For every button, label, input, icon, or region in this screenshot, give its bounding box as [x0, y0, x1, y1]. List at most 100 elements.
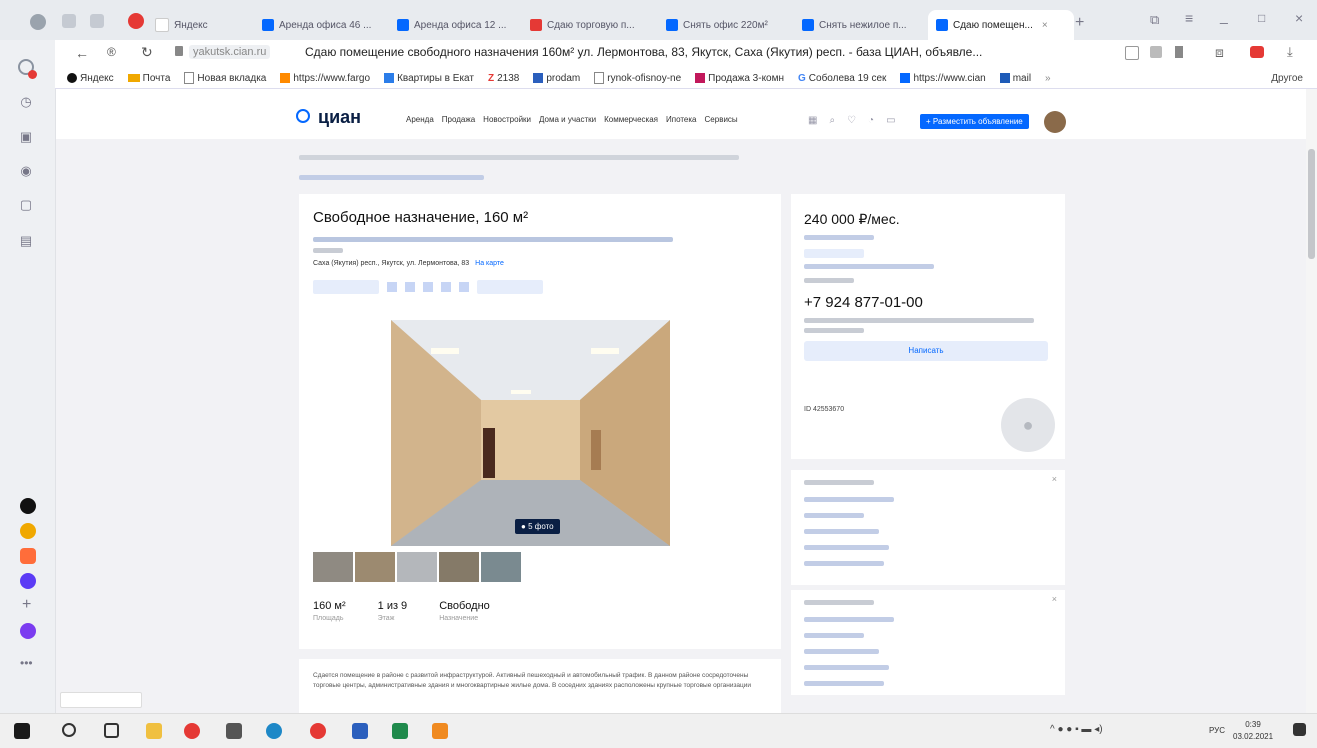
extensions-icon[interactable]: ⧈ [1215, 44, 1224, 61]
bookmarks-more-icon[interactable]: » [1045, 73, 1051, 84]
app-icon-1[interactable] [20, 498, 36, 514]
notifications-icon[interactable] [17, 58, 37, 79]
cian-logo[interactable]: циан [296, 107, 361, 128]
bookmark-item[interactable]: Квартиры в Екат [384, 73, 474, 84]
notifications-center-icon[interactable] [1293, 723, 1306, 736]
stats-icon[interactable] [459, 282, 469, 292]
nav-item[interactable]: Коммерческая [604, 115, 658, 124]
thumbnail[interactable] [439, 552, 479, 582]
url-domain[interactable]: yakutsk.cian.ru [189, 45, 271, 59]
opera-taskbar-icon[interactable] [310, 723, 326, 739]
site-widget-button[interactable] [60, 692, 142, 708]
bookmark-item[interactable]: Яндекс [67, 73, 114, 84]
collections-icon[interactable] [90, 14, 104, 28]
publish-button[interactable]: + Разместить объявление [920, 114, 1029, 129]
listing-metro-line[interactable] [313, 237, 673, 247]
edge-icon[interactable] [266, 723, 282, 739]
favorites-icon[interactable]: ♡ [847, 115, 856, 126]
tray-icons[interactable]: ^ ● ● ▪ ▬ ◂) [1050, 724, 1103, 735]
search-icon[interactable]: ⌕ [829, 115, 835, 126]
search-taskbar-icon[interactable] [62, 723, 76, 737]
tab-shop[interactable]: Сдаю торговую п... [530, 14, 655, 36]
download-pdf-icon[interactable] [441, 282, 451, 292]
scroll-thumb[interactable] [1308, 149, 1315, 259]
photo-count-button[interactable]: ● 5 фото [515, 519, 560, 534]
nav-item[interactable]: Ипотека [666, 115, 697, 124]
download-icon[interactable]: ⤓ [1287, 44, 1293, 60]
bookmark-item[interactable]: mail [999, 73, 1031, 84]
clock[interactable]: 0:39 03.02.2021 [1233, 719, 1273, 743]
map-link[interactable]: На карте [475, 260, 504, 267]
print-icon[interactable] [423, 282, 433, 292]
excel-icon[interactable] [392, 723, 408, 739]
word-icon[interactable] [352, 723, 368, 739]
alice-icon[interactable] [20, 623, 36, 639]
bookmark-item[interactable]: Почта [127, 73, 170, 84]
collections-side-icon[interactable]: ▣ [17, 128, 35, 146]
yandex-browser-icon[interactable] [184, 723, 200, 739]
tab-cian-3[interactable]: Снять офис 220м² [666, 14, 791, 36]
bookmark-item[interactable]: Z 2138 [488, 73, 519, 84]
tab-cian-active[interactable]: Сдаю помещен... × [928, 10, 1074, 40]
file-explorer-icon[interactable] [146, 723, 162, 739]
window-restore-icon[interactable]: ⧉ [1150, 12, 1159, 28]
downloads-icon[interactable]: ▤ [17, 232, 35, 250]
nav-item[interactable]: Дома и участки [539, 115, 596, 124]
minimize-icon[interactable]: _ [1220, 8, 1228, 24]
bookmark-icon[interactable] [1175, 46, 1183, 58]
reload-icon[interactable]: ↻ [141, 44, 153, 61]
profile-icon[interactable] [30, 14, 46, 30]
tab-yandex[interactable]: Яндекс [155, 14, 245, 36]
chat-icon[interactable]: ▭ [886, 115, 895, 126]
bookmark-item[interactable]: https://www.fargo [280, 73, 370, 84]
task-view-icon[interactable] [104, 723, 119, 738]
bookmarks-other[interactable]: Другое [1271, 73, 1317, 84]
app-icon-4[interactable] [20, 573, 36, 589]
url-page-title[interactable]: Сдаю помещение свободного назначения 160… [305, 45, 1085, 59]
vk-icon[interactable] [405, 282, 415, 292]
thumbnail[interactable] [355, 552, 395, 582]
complain-button[interactable] [477, 280, 543, 294]
more-icon[interactable]: ••• [20, 656, 33, 670]
thumbnail[interactable] [313, 552, 353, 582]
tabs-menu-icon[interactable] [62, 14, 76, 28]
thumbnail[interactable] [481, 552, 521, 582]
page-scrollbar[interactable] [1306, 89, 1317, 713]
notes-icon[interactable]: ▢ [17, 196, 35, 214]
favorite-button[interactable] [313, 280, 379, 294]
agent-avatar[interactable]: ● [1001, 398, 1055, 452]
price-change-link[interactable] [804, 264, 934, 274]
history-icon[interactable]: ◷ [17, 93, 35, 111]
notifications-bell-icon[interactable]: ◔ [868, 115, 874, 126]
phone-number[interactable]: +7 924 877-01-00 [804, 294, 923, 311]
bookmark-item[interactable]: prodam [533, 73, 580, 84]
write-button[interactable]: Написать [804, 341, 1048, 361]
new-tab-icon[interactable]: + [1075, 14, 1084, 32]
app-icon-taskbar[interactable] [226, 723, 242, 739]
tab-cian-4[interactable]: Снять нежилое п... [802, 14, 917, 36]
bookmark-item[interactable]: rynok-ofisnoy-ne [594, 72, 681, 84]
bookmark-item[interactable]: G Соболева 19 сек [798, 73, 886, 84]
nav-item[interactable]: Аренда [406, 115, 434, 124]
main-photo[interactable]: ● 5 фото [391, 320, 670, 546]
reader-icon[interactable] [1125, 46, 1139, 60]
maximize-icon[interactable]: □ [1258, 11, 1265, 25]
tab-cian-2[interactable]: Аренда офиса 12 ... [397, 14, 512, 36]
browser-menu-icon[interactable]: ≡ [1185, 10, 1193, 26]
extension-red-icon[interactable] [1250, 46, 1264, 58]
protect-icon[interactable]: ® [107, 45, 116, 59]
add-app-icon[interactable]: + [22, 596, 31, 614]
bookmark-item[interactable]: https://www.cian [900, 73, 986, 84]
media-icon[interactable]: ◉ [17, 162, 35, 180]
close-ad-icon[interactable]: × [1052, 474, 1057, 484]
app-icon-2[interactable] [20, 523, 36, 539]
bookmark-item[interactable]: Продажа 3-комн [695, 73, 784, 84]
back-icon[interactable]: ← [75, 45, 89, 61]
windows-start-icon[interactable] [14, 723, 30, 739]
opera-icon[interactable] [128, 13, 144, 29]
app-icon-3[interactable] [20, 548, 36, 564]
nav-item[interactable]: Продажа [442, 115, 475, 124]
user-avatar[interactable] [1044, 111, 1066, 133]
tab-cian-1[interactable]: Аренда офиса 46 ... [262, 14, 377, 36]
thumbnail[interactable] [397, 552, 437, 582]
